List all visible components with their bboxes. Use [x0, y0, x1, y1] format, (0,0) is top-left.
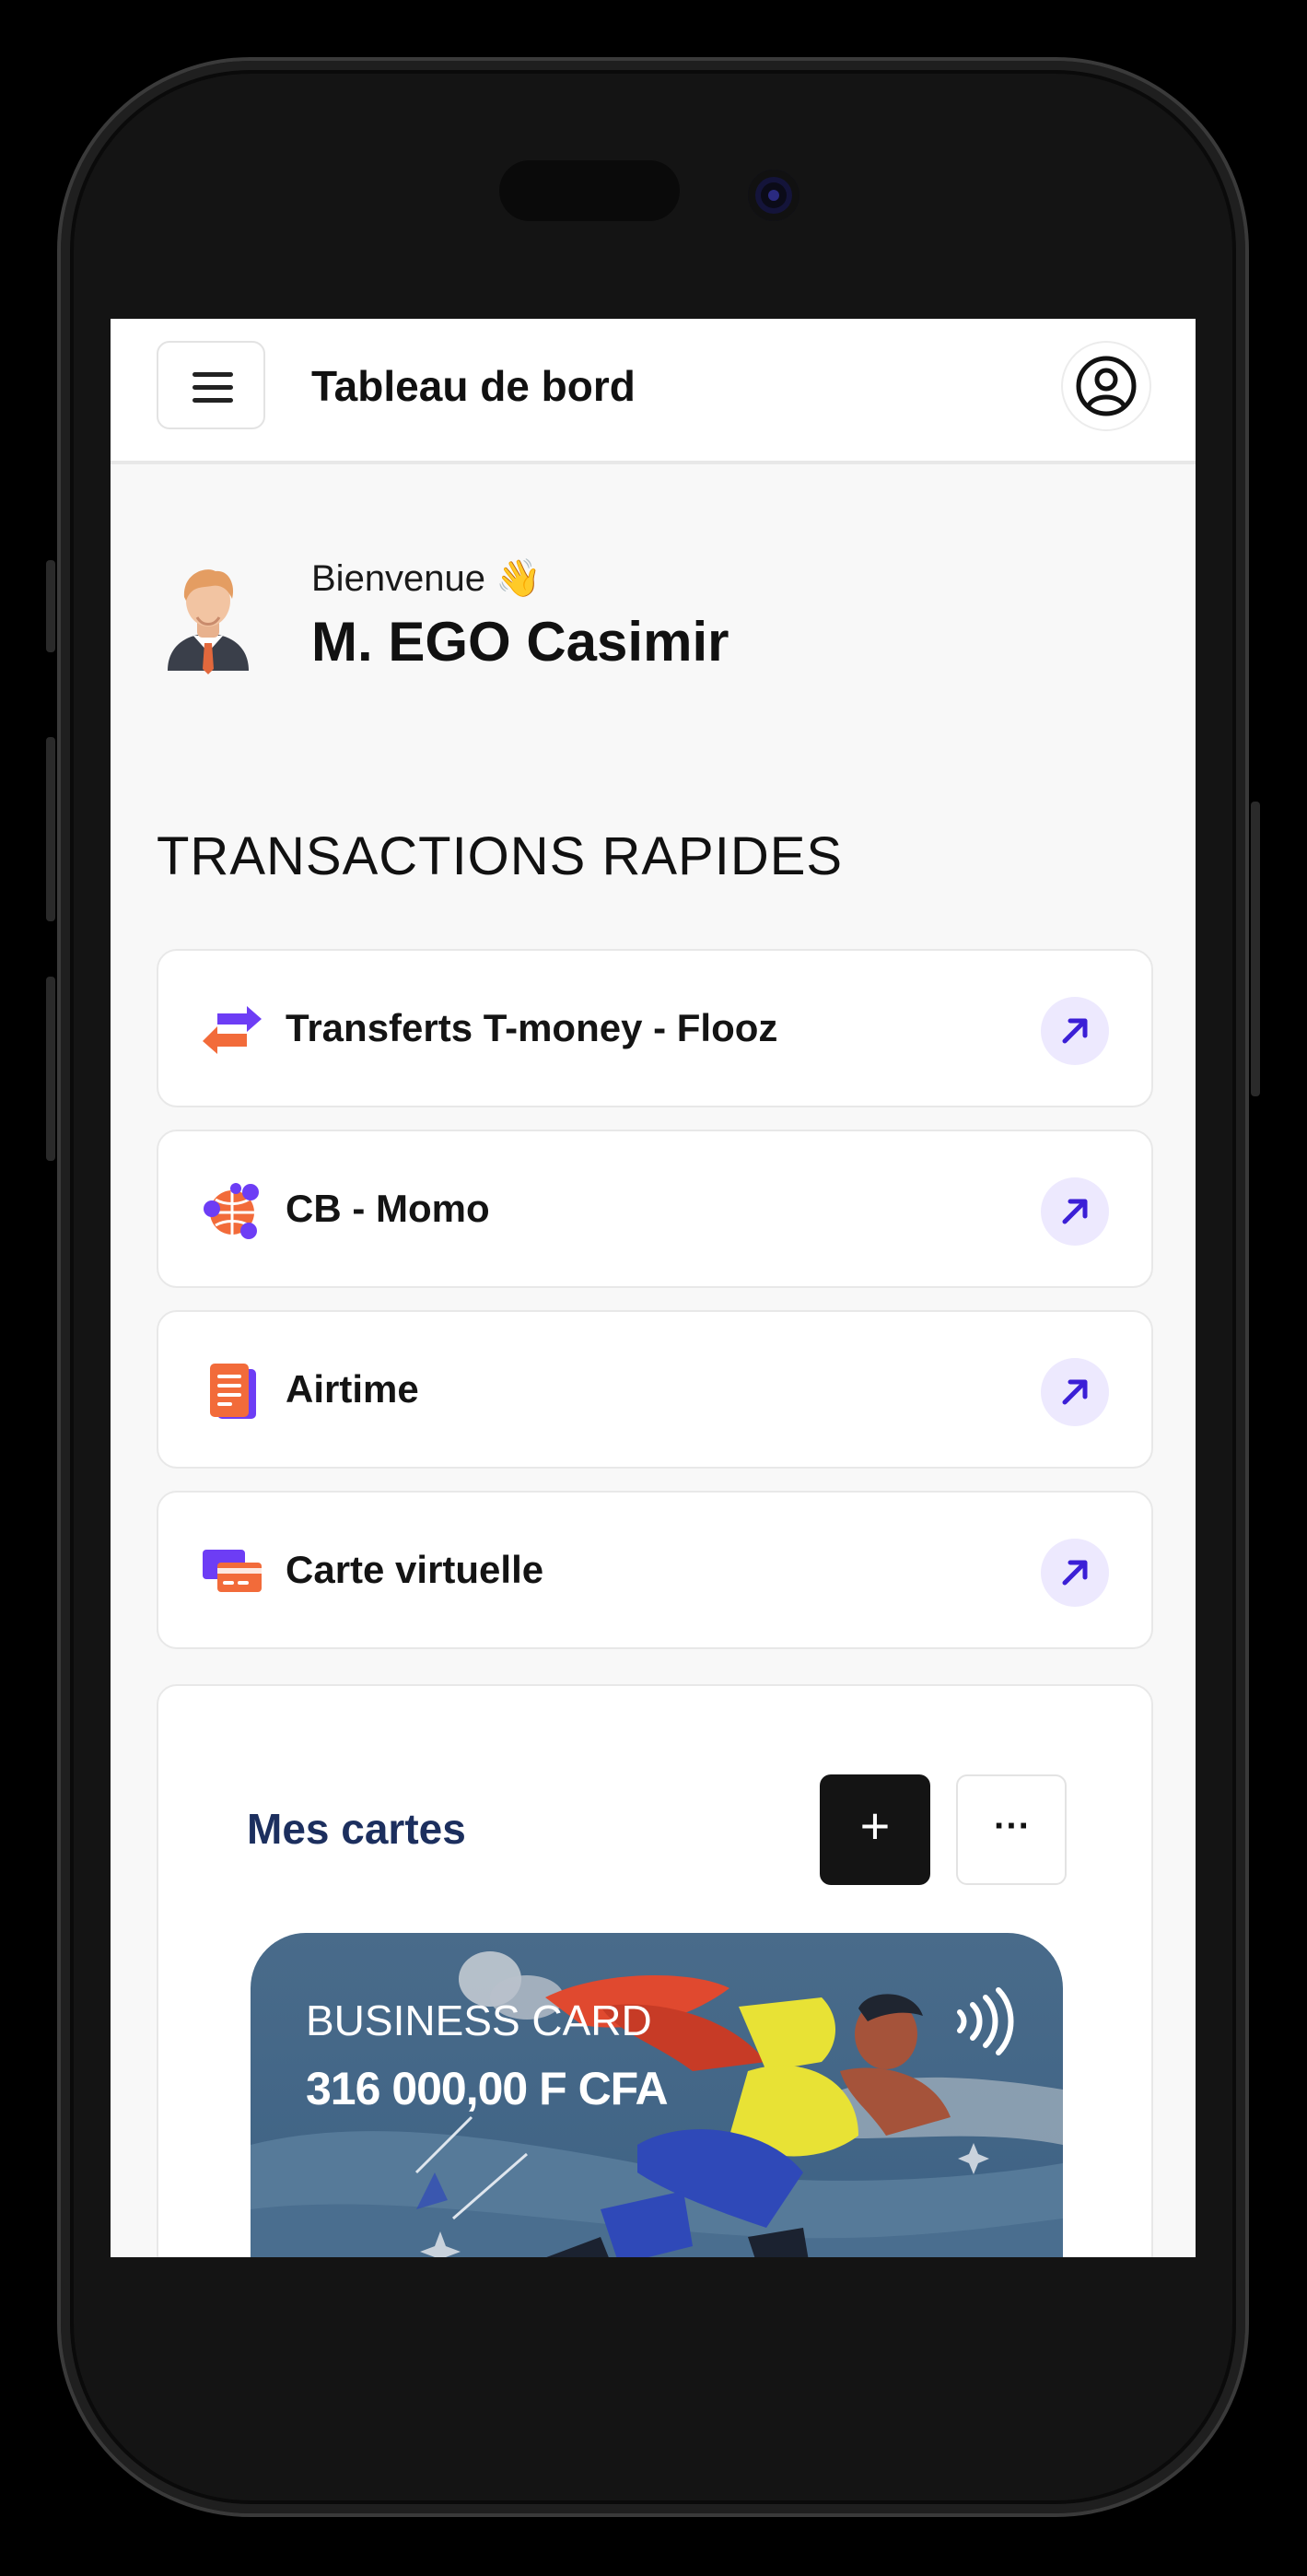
add-card-button[interactable]: + — [820, 1774, 930, 1885]
quick-transaction-label: Airtime — [286, 1367, 419, 1411]
cards-icon — [203, 1550, 262, 1592]
more-dots-icon: ··· — [994, 1806, 1031, 1846]
dynamic-island — [499, 160, 680, 221]
my-cards-panel: Mes cartes + ··· BUSINESS CARD 316 000,0… — [157, 1684, 1153, 2257]
quick-transaction-label: Carte virtuelle — [286, 1548, 544, 1591]
contactless-icon — [957, 1987, 1014, 2055]
transfer-arrows-icon — [203, 1006, 262, 1054]
arrow-up-right-icon — [1062, 1199, 1088, 1224]
globe-network-icon — [204, 1183, 259, 1239]
user-circle-icon — [1076, 356, 1137, 416]
business-card[interactable]: BUSINESS CARD 316 000,00 F CFA — [251, 1933, 1063, 2257]
volume-down-button — [46, 977, 55, 1161]
open-button[interactable] — [1041, 1358, 1109, 1426]
card-name: BUSINESS CARD — [306, 1996, 652, 2044]
arrow-up-right-icon — [1062, 1560, 1088, 1586]
card-balance: 316 000,00 F CFA — [306, 2063, 669, 2114]
quick-transaction-transferts[interactable]: Transferts T-money - Flooz — [157, 949, 1153, 1107]
plus-icon: + — [859, 1797, 891, 1855]
app-screen: Tableau de bord Bienvenue 👋 M. EGO Casim… — [111, 319, 1196, 2257]
quick-transaction-airtime[interactable]: Airtime — [157, 1310, 1153, 1469]
quick-transaction-label: Transferts T-money - Flooz — [286, 1006, 778, 1049]
arrow-up-right-icon — [1062, 1379, 1088, 1405]
user-name: M. EGO Casimir — [311, 611, 729, 673]
my-cards-title: Mes cartes — [247, 1805, 466, 1853]
more-options-button[interactable]: ··· — [956, 1774, 1067, 1885]
profile-button[interactable] — [1061, 341, 1151, 431]
hamburger-menu-icon — [193, 372, 233, 377]
welcome-greeting: Bienvenue 👋 — [311, 558, 542, 599]
open-button[interactable] — [1041, 997, 1109, 1065]
menu-button[interactable] — [157, 341, 265, 429]
businessman-avatar-icon — [168, 569, 249, 674]
quick-transaction-label: CB - Momo — [286, 1187, 490, 1230]
arrow-up-right-icon — [1062, 1018, 1088, 1044]
action-button — [46, 560, 55, 652]
quick-transactions-title: TRANSACTIONS RAPIDES — [157, 826, 844, 886]
document-icon — [210, 1364, 256, 1419]
quick-transaction-cb-momo[interactable]: CB - Momo — [157, 1130, 1153, 1288]
open-button[interactable] — [1041, 1539, 1109, 1607]
quick-transaction-carte-virtuelle[interactable]: Carte virtuelle — [157, 1491, 1153, 1649]
page-title: Tableau de bord — [311, 362, 636, 410]
power-button — [1251, 802, 1260, 1096]
top-app-bar: Tableau de bord — [111, 319, 1196, 464]
open-button[interactable] — [1041, 1177, 1109, 1246]
camera-icon — [748, 170, 799, 221]
volume-up-button — [46, 737, 55, 921]
